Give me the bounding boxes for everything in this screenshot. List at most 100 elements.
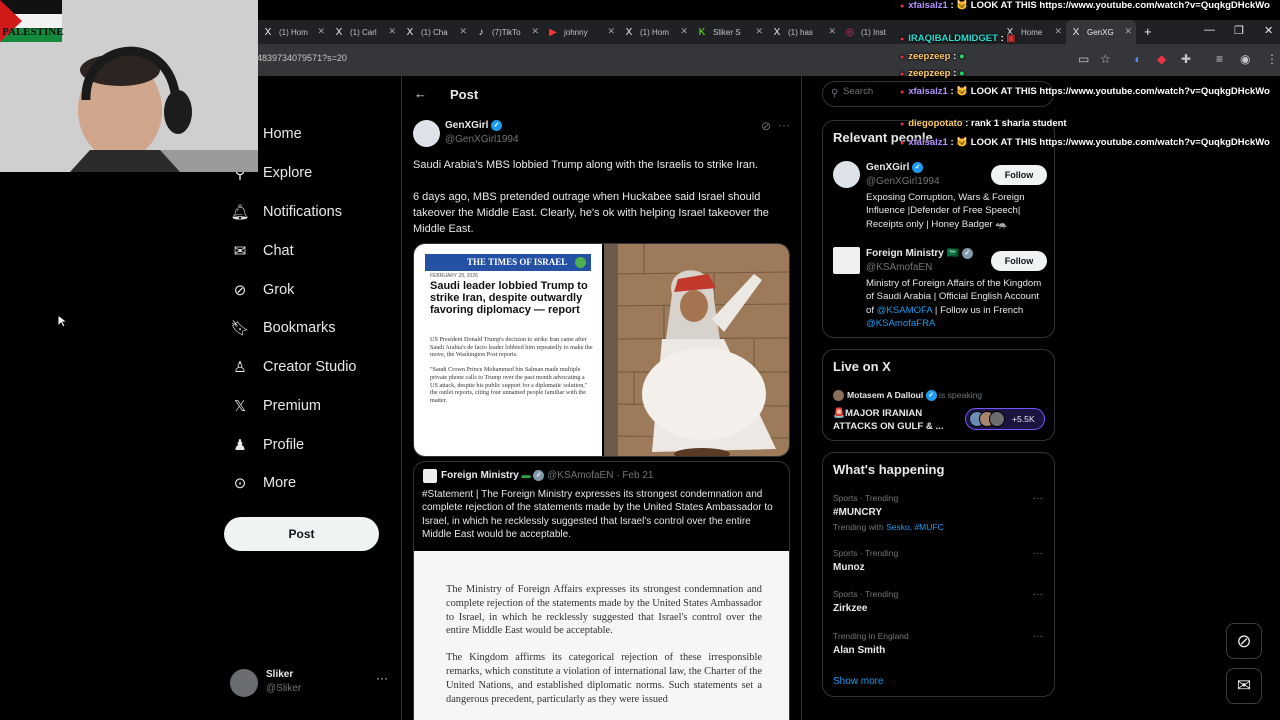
person-handle[interactable]: @GenXGirl1994 [866,176,940,187]
trend-meta: Trending in England [833,631,909,641]
live-on-x-card[interactable]: Live on X Motasem A Dalloul ✓ is speakin… [822,349,1055,441]
messages-floating-button[interactable]: ✉ [1226,668,1262,704]
bio-mention-link[interactable]: @KSAMOFA [877,305,933,316]
person-handle[interactable]: @KSAmofaEN [866,262,932,273]
show-more-link[interactable]: Show more [833,676,884,687]
cast-icon[interactable]: ▭ [1078,52,1089,66]
back-arrow-icon[interactable]: ← [414,86,427,101]
follow-button[interactable]: Follow [991,165,1047,185]
browser-tab[interactable]: X (1) Hom ✕ [258,20,329,44]
browser-tab[interactable]: ◎ (1) Inst [840,20,908,44]
chat-message: ● zeepzeep : ● [900,51,965,62]
bio-text: | Follow us in French [932,304,1024,316]
account-name: Sliker [266,669,294,680]
browser-tab[interactable]: X (1) Hom ✕ [619,20,692,44]
author-handle[interactable]: @GenXGirl1994 [445,134,519,145]
quoted-tweet[interactable]: Foreign Ministry ▬ ✓ @KSAmofaEN · Feb 21… [413,461,790,720]
ellipsis-icon[interactable]: ··· [376,671,388,685]
sidebar-item-chat[interactable]: ✉ Chat [230,242,294,260]
new-tab-icon[interactable]: + [1144,24,1152,39]
browser-tab[interactable]: X (1) Cha ✕ [400,20,471,44]
tweet-media[interactable]: THE TIMES OF ISRAEL FEBRUARY 28, 2026 Sa… [413,243,790,457]
sidebar-item-bookmarks[interactable]: 🔖︎ Bookmarks [230,319,336,337]
trend-more-icon[interactable]: ··· [1033,631,1043,642]
tab-close-icon[interactable]: ✕ [607,26,615,37]
trend-more-icon[interactable]: ··· [1033,589,1043,600]
sidebar-item-label: Premium [263,398,322,414]
account-icon [575,257,586,268]
profile-avatar-icon[interactable]: ◉ [1240,52,1250,66]
trend-item[interactable]: Sports · Trending Zirkzee ··· [833,589,1043,614]
follow-button[interactable]: Follow [991,251,1047,271]
person-avatar[interactable] [833,161,860,188]
close-window-icon[interactable]: ✕ [1264,24,1273,37]
tab-close-icon[interactable]: ✕ [680,26,688,37]
sidebar-item-grok[interactable]: ⊘ Grok [230,281,295,299]
menu-kebab-icon[interactable]: ⋮ [1266,52,1278,66]
trend-item[interactable]: Sports · Trending Munoz ··· [833,548,1043,573]
puzzle-icon[interactable]: ✚ [1181,52,1191,66]
sidebar-item-notifications[interactable]: 🔔︎ Notifications [230,203,342,221]
live-headline: 🚨MAJOR IRANIAN ATTACKS ON GULF & ... [833,408,944,432]
trend-related-link[interactable]: Sesko, #MUFC [886,522,944,532]
chat-text: LOOK AT THIS https://www.youtube.com/wat… [970,86,1270,97]
trend-more-icon[interactable]: ··· [1033,493,1043,504]
avatar [230,669,258,697]
browser-tab[interactable]: X (1) Carl ✕ [329,20,400,44]
sidebar-item-more[interactable]: ⊙ More [230,474,296,492]
extension-icon[interactable]: ◖ [1133,52,1140,66]
tab-favicon-icon: X [406,26,414,38]
tab-list-icon[interactable]: ≡ [1216,52,1223,66]
sidebar-item-label: Bookmarks [263,320,336,336]
tab-label: (1) Hom [640,27,669,37]
more-options-icon[interactable]: ··· [778,118,790,132]
trend-item[interactable]: Trending in England Alan Smith ··· [833,631,1043,656]
tab-close-icon[interactable]: ✕ [1124,26,1132,37]
star-icon[interactable]: ☆ [1100,52,1111,66]
trend-item[interactable]: Sports · Trending #MUNCRY Trending with … [833,493,1043,532]
browser-tab-active[interactable]: X GenXG ✕ [1066,20,1136,44]
tab-close-icon[interactable]: ✕ [1054,26,1062,37]
person-avatar[interactable] [833,247,860,274]
person-name[interactable]: Foreign Ministry 🇸🇦 ✓ [866,248,973,259]
account-switcher[interactable]: Sliker @Sliker ··· [230,667,390,697]
media-illustration-image[interactable] [604,244,790,457]
minimize-icon[interactable]: — [1204,24,1215,36]
bell-icon: 🔔︎ [230,204,250,221]
tab-close-icon[interactable]: ✕ [317,26,325,37]
tab-close-icon[interactable]: ✕ [531,26,539,37]
browser-tab[interactable]: ♪ (7)TikTo ✕ [471,20,543,44]
browser-tab[interactable]: X (1) has ✕ [767,20,840,44]
trend-name: #MUNCRY [833,507,883,518]
author-avatar[interactable] [413,120,440,147]
author-name[interactable]: GenXGirl ✓ [445,120,503,131]
extension-icon[interactable]: ◆ [1157,52,1166,66]
host-name: Motasem A Dalloul [847,390,924,400]
tab-label: (1) Hom [279,27,308,37]
badge-icon: ● [900,89,905,96]
person-name[interactable]: GenXGirl ✓ [866,162,924,173]
sidebar-item-profile[interactable]: ♟ Profile [230,436,304,454]
quoted-document-image[interactable]: The Ministry of Foreign Affairs expresse… [414,551,789,720]
tab-close-icon[interactable]: ✕ [828,26,836,37]
quoted-handle: @KSAmofaEN [547,470,614,482]
tab-label: GenXG [1087,27,1114,37]
trend-more-icon[interactable]: ··· [1033,548,1043,559]
tab-close-icon[interactable]: ✕ [388,26,396,37]
media-article-screenshot[interactable]: THE TIMES OF ISRAEL FEBRUARY 28, 2026 Sa… [414,244,602,456]
sidebar-item-premium[interactable]: 𝕏 Premium [230,397,321,415]
person-bio: Ministry of Foreign Affairs of the Kingd… [866,277,1046,331]
tab-favicon-icon: ▶ [549,26,557,38]
browser-tab[interactable]: ▶ johnny ✕ [543,20,619,44]
tab-close-icon[interactable]: ✕ [459,26,467,37]
grok-floating-button[interactable]: ⊘ [1226,623,1262,659]
grok-explain-icon[interactable]: ⊘ [761,119,771,133]
browser-tab[interactable]: K Sliker S ✕ [692,20,767,44]
bio-mention-link[interactable]: @KSAmofaFRA [866,318,935,329]
url-text[interactable]: 4839734079571?s=20 [257,53,347,63]
listeners-pill[interactable]: +5.5K [965,408,1045,430]
restore-icon[interactable]: ❐ [1234,24,1244,37]
sidebar-item-creator-studio[interactable]: ♙ Creator Studio [230,358,356,376]
post-button[interactable]: Post [224,517,379,551]
tab-close-icon[interactable]: ✕ [755,26,763,37]
